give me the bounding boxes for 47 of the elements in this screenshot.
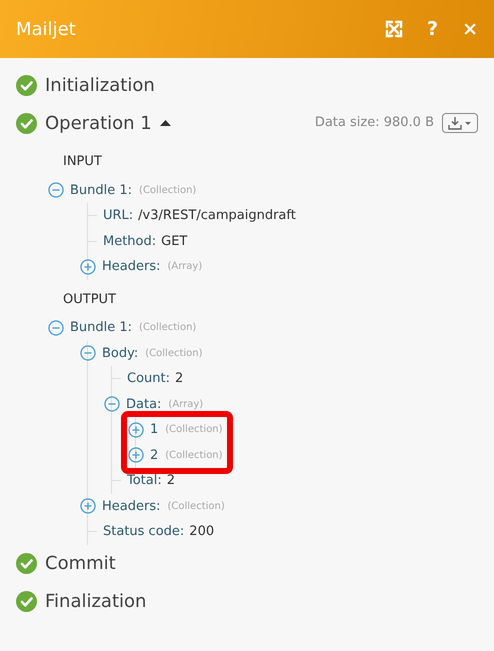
field-label: URL:: [103, 207, 134, 225]
data-size-label: Data size: 980.0 B: [314, 114, 434, 132]
field-label: Total:: [127, 472, 162, 490]
field-label: Body:: [102, 344, 138, 362]
expand-button[interactable]: [385, 20, 404, 38]
field-label: 2: [150, 446, 158, 464]
field-label: Headers:: [102, 258, 160, 276]
collapse-toggle[interactable]: [48, 182, 64, 198]
expand-toggle[interactable]: [128, 422, 144, 438]
field-value: /v3/REST/campaigndraft: [138, 207, 296, 225]
type-label: (Collection): [165, 423, 223, 438]
type-label: (Collection): [145, 346, 203, 361]
type-label: (Collection): [165, 448, 223, 463]
help-button[interactable]: ?: [427, 20, 438, 38]
panel-title: Mailjet: [16, 18, 76, 42]
field-label: Bundle 1:: [70, 319, 132, 337]
field-label: Count:: [127, 370, 170, 388]
field-value: 200: [189, 523, 214, 541]
field-value: 2: [175, 370, 184, 388]
step-label: Commit: [45, 552, 116, 576]
field-value: GET: [161, 232, 188, 250]
collapse-toggle[interactable]: [80, 345, 96, 362]
type-label: (Collection): [168, 500, 225, 514]
field-label: 1: [150, 421, 158, 439]
type-label: (Collection): [139, 321, 196, 336]
field-label: Method:: [103, 232, 156, 250]
section-title: OUTPUT: [63, 290, 117, 308]
field-value: 2: [166, 472, 176, 490]
type-label: (Collection): [139, 184, 196, 198]
section-title: INPUT: [63, 153, 103, 171]
export-button[interactable]: [442, 113, 478, 133]
field-label: Headers:: [102, 498, 160, 516]
field-label: Bundle 1:: [70, 182, 132, 200]
collapse-toggle[interactable]: [48, 320, 64, 336]
type-label: (Array): [168, 260, 202, 274]
collapse-toggle[interactable]: [104, 396, 120, 412]
caret-icon[interactable]: [160, 119, 171, 127]
close-button[interactable]: ×: [462, 20, 478, 38]
expand-toggle[interactable]: [128, 447, 144, 464]
field-label: Status code:: [103, 523, 184, 541]
type-label: (Array): [168, 398, 204, 412]
step-label: Operation 1: [45, 112, 152, 136]
expand-toggle[interactable]: [80, 498, 96, 514]
expand-toggle[interactable]: [80, 258, 96, 275]
field-label: Data:: [126, 396, 162, 414]
step-label: Initialization: [45, 74, 155, 98]
step-label: Finalization: [45, 590, 146, 614]
